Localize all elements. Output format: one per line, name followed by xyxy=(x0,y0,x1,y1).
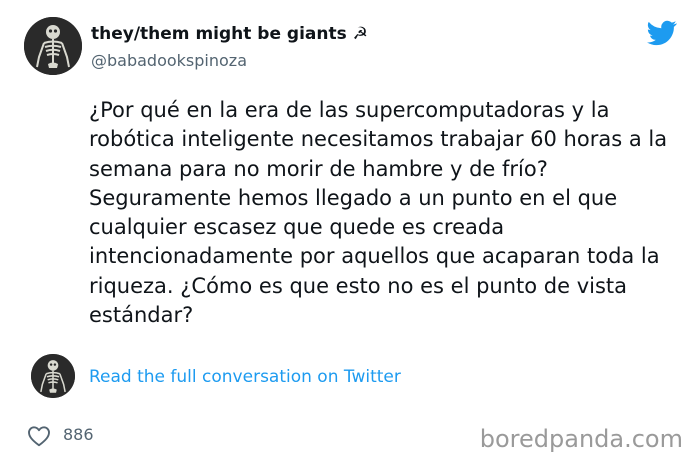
heart-outline-icon[interactable] xyxy=(27,425,51,447)
skeleton-avatar-icon xyxy=(24,17,82,75)
display-name[interactable]: they/them might be giants ☭ xyxy=(91,22,368,46)
twitter-bird-icon[interactable] xyxy=(647,20,677,46)
user-handle[interactable]: @babadookspinoza xyxy=(91,50,247,72)
skeleton-avatar-icon xyxy=(31,354,75,398)
read-conversation-link[interactable]: Read the full conversation on Twitter xyxy=(89,366,401,388)
tweet-text: ¿Por qué en la era de las supercomputado… xyxy=(89,98,668,328)
small-avatar xyxy=(31,354,75,398)
watermark: boredpanda.com xyxy=(479,425,683,453)
profile-avatar[interactable] xyxy=(24,17,82,75)
like-count: 886 xyxy=(63,425,94,444)
conversation-row[interactable]: Read the full conversation on Twitter xyxy=(31,354,700,400)
